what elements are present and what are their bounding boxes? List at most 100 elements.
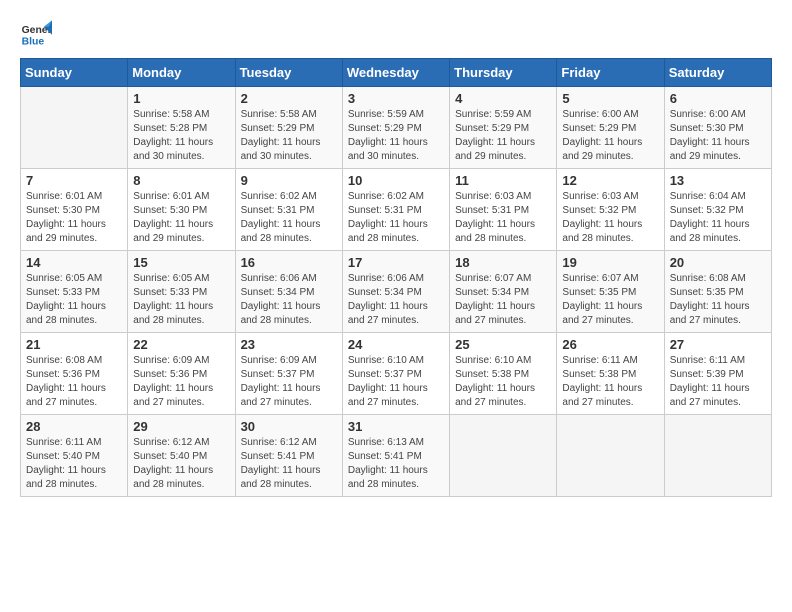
day-info: Sunrise: 6:08 AM Sunset: 5:36 PM Dayligh… bbox=[26, 354, 122, 410]
svg-text:Blue: Blue bbox=[22, 36, 45, 47]
calendar-cell: 30 Sunrise: 6:12 AM Sunset: 5:41 PM Dayli… bbox=[235, 415, 342, 497]
calendar-cell: 10 Sunrise: 6:02 AM Sunset: 5:31 PM Dayli… bbox=[342, 169, 449, 251]
calendar-table: SundayMondayTuesdayWednesdayThursdayFrid… bbox=[20, 58, 772, 497]
day-info: Sunrise: 5:58 AM Sunset: 5:29 PM Dayligh… bbox=[241, 108, 337, 164]
calendar-cell: 9 Sunrise: 6:02 AM Sunset: 5:31 PM Daylig… bbox=[235, 169, 342, 251]
day-info: Sunrise: 6:12 AM Sunset: 5:40 PM Dayligh… bbox=[133, 436, 229, 492]
calendar-cell: 16 Sunrise: 6:06 AM Sunset: 5:34 PM Dayli… bbox=[235, 251, 342, 333]
day-number: 23 bbox=[241, 337, 337, 352]
day-info: Sunrise: 6:09 AM Sunset: 5:36 PM Dayligh… bbox=[133, 354, 229, 410]
header-tuesday: Tuesday bbox=[235, 59, 342, 87]
calendar-cell: 21 Sunrise: 6:08 AM Sunset: 5:36 PM Dayli… bbox=[21, 333, 128, 415]
day-info: Sunrise: 6:11 AM Sunset: 5:39 PM Dayligh… bbox=[670, 354, 766, 410]
logo-icon: General Blue bbox=[20, 20, 52, 48]
calendar-cell: 5 Sunrise: 6:00 AM Sunset: 5:29 PM Daylig… bbox=[557, 87, 664, 169]
week-row-2: 7 Sunrise: 6:01 AM Sunset: 5:30 PM Daylig… bbox=[21, 169, 772, 251]
day-number: 20 bbox=[670, 255, 766, 270]
day-number: 31 bbox=[348, 419, 444, 434]
calendar-cell bbox=[21, 87, 128, 169]
day-info: Sunrise: 6:12 AM Sunset: 5:41 PM Dayligh… bbox=[241, 436, 337, 492]
calendar-cell: 22Sunrise: 6:09 AM Sunset: 5:36 PM Dayli… bbox=[128, 333, 235, 415]
day-info: Sunrise: 5:59 AM Sunset: 5:29 PM Dayligh… bbox=[455, 108, 551, 164]
day-number: 26 bbox=[562, 337, 658, 352]
header-thursday: Thursday bbox=[450, 59, 557, 87]
day-number: 18 bbox=[455, 255, 551, 270]
day-number: 7 bbox=[26, 173, 122, 188]
day-number: 3 bbox=[348, 91, 444, 106]
calendar-header-row: SundayMondayTuesdayWednesdayThursdayFrid… bbox=[21, 59, 772, 87]
calendar-cell: 14Sunrise: 6:05 AM Sunset: 5:33 PM Dayli… bbox=[21, 251, 128, 333]
calendar-cell: 29 Sunrise: 6:12 AM Sunset: 5:40 PM Dayli… bbox=[128, 415, 235, 497]
day-number: 11 bbox=[455, 173, 551, 188]
header-saturday: Saturday bbox=[664, 59, 771, 87]
calendar-cell: 28 Sunrise: 6:11 AM Sunset: 5:40 PM Dayli… bbox=[21, 415, 128, 497]
week-row-1: 1 Sunrise: 5:58 AM Sunset: 5:28 PM Daylig… bbox=[21, 87, 772, 169]
header-wednesday: Wednesday bbox=[342, 59, 449, 87]
week-row-5: 28 Sunrise: 6:11 AM Sunset: 5:40 PM Dayli… bbox=[21, 415, 772, 497]
day-info: Sunrise: 6:07 AM Sunset: 5:34 PM Dayligh… bbox=[455, 272, 551, 328]
day-info: Sunrise: 6:01 AM Sunset: 5:30 PM Dayligh… bbox=[26, 190, 122, 246]
day-info: Sunrise: 6:03 AM Sunset: 5:32 PM Dayligh… bbox=[562, 190, 658, 246]
day-number: 14 bbox=[26, 255, 122, 270]
page-header: General Blue bbox=[20, 20, 772, 48]
week-row-3: 14 Sunrise: 6:05 AM Sunset: 5:33 PM Dayli… bbox=[21, 251, 772, 333]
day-info: Sunrise: 6:06 AM Sunset: 5:34 PM Dayligh… bbox=[241, 272, 337, 328]
day-number: 5 bbox=[562, 91, 658, 106]
day-info: Sunrise: 6:11 AM Sunset: 5:40 PM Dayligh… bbox=[26, 436, 122, 492]
day-number: 28 bbox=[26, 419, 122, 434]
day-number: 1 bbox=[133, 91, 229, 106]
calendar-cell: 31 Sunrise: 6:13 AM Sunset: 5:41 PM Dayli… bbox=[342, 415, 449, 497]
day-info: Sunrise: 6:11 AM Sunset: 5:38 PM Dayligh… bbox=[562, 354, 658, 410]
day-number: 6 bbox=[670, 91, 766, 106]
day-info: Sunrise: 5:58 AM Sunset: 5:28 PM Dayligh… bbox=[133, 108, 229, 164]
day-number: 24 bbox=[348, 337, 444, 352]
calendar-cell: 24 Sunrise: 6:10 AM Sunset: 5:37 PM Dayli… bbox=[342, 333, 449, 415]
day-info: Sunrise: 6:06 AM Sunset: 5:34 PM Dayligh… bbox=[348, 272, 444, 328]
day-number: 10 bbox=[348, 173, 444, 188]
day-number: 15 bbox=[133, 255, 229, 270]
calendar-cell: 27 Sunrise: 6:11 AM Sunset: 5:39 PM Dayli… bbox=[664, 333, 771, 415]
day-number: 8 bbox=[133, 173, 229, 188]
calendar-cell: 20 Sunrise: 6:08 AM Sunset: 5:35 PM Dayli… bbox=[664, 251, 771, 333]
calendar-cell bbox=[557, 415, 664, 497]
calendar-cell: 4 Sunrise: 5:59 AM Sunset: 5:29 PM Daylig… bbox=[450, 87, 557, 169]
calendar-cell: 6 Sunrise: 6:00 AM Sunset: 5:30 PM Daylig… bbox=[664, 87, 771, 169]
calendar-cell bbox=[450, 415, 557, 497]
day-info: Sunrise: 6:00 AM Sunset: 5:30 PM Dayligh… bbox=[670, 108, 766, 164]
day-info: Sunrise: 6:07 AM Sunset: 5:35 PM Dayligh… bbox=[562, 272, 658, 328]
day-info: Sunrise: 6:02 AM Sunset: 5:31 PM Dayligh… bbox=[348, 190, 444, 246]
calendar-cell: 8 Sunrise: 6:01 AM Sunset: 5:30 PM Daylig… bbox=[128, 169, 235, 251]
day-number: 30 bbox=[241, 419, 337, 434]
day-info: Sunrise: 6:08 AM Sunset: 5:35 PM Dayligh… bbox=[670, 272, 766, 328]
calendar-cell: 13Sunrise: 6:04 AM Sunset: 5:32 PM Dayli… bbox=[664, 169, 771, 251]
day-info: Sunrise: 6:03 AM Sunset: 5:31 PM Dayligh… bbox=[455, 190, 551, 246]
day-info: Sunrise: 6:13 AM Sunset: 5:41 PM Dayligh… bbox=[348, 436, 444, 492]
day-number: 12 bbox=[562, 173, 658, 188]
day-number: 17 bbox=[348, 255, 444, 270]
calendar-cell: 17 Sunrise: 6:06 AM Sunset: 5:34 PM Dayli… bbox=[342, 251, 449, 333]
calendar-cell: 23Sunrise: 6:09 AM Sunset: 5:37 PM Dayli… bbox=[235, 333, 342, 415]
day-info: Sunrise: 6:00 AM Sunset: 5:29 PM Dayligh… bbox=[562, 108, 658, 164]
day-info: Sunrise: 6:02 AM Sunset: 5:31 PM Dayligh… bbox=[241, 190, 337, 246]
day-info: Sunrise: 5:59 AM Sunset: 5:29 PM Dayligh… bbox=[348, 108, 444, 164]
day-number: 25 bbox=[455, 337, 551, 352]
day-number: 9 bbox=[241, 173, 337, 188]
day-info: Sunrise: 6:05 AM Sunset: 5:33 PM Dayligh… bbox=[133, 272, 229, 328]
day-number: 13 bbox=[670, 173, 766, 188]
logo: General Blue bbox=[20, 20, 56, 48]
day-number: 27 bbox=[670, 337, 766, 352]
day-number: 16 bbox=[241, 255, 337, 270]
calendar-cell: 1 Sunrise: 5:58 AM Sunset: 5:28 PM Daylig… bbox=[128, 87, 235, 169]
calendar-cell: 15 Sunrise: 6:05 AM Sunset: 5:33 PM Dayli… bbox=[128, 251, 235, 333]
day-number: 29 bbox=[133, 419, 229, 434]
day-number: 2 bbox=[241, 91, 337, 106]
day-number: 4 bbox=[455, 91, 551, 106]
header-monday: Monday bbox=[128, 59, 235, 87]
calendar-cell bbox=[664, 415, 771, 497]
day-info: Sunrise: 6:10 AM Sunset: 5:37 PM Dayligh… bbox=[348, 354, 444, 410]
calendar-cell: 3 Sunrise: 5:59 AM Sunset: 5:29 PM Daylig… bbox=[342, 87, 449, 169]
day-info: Sunrise: 6:01 AM Sunset: 5:30 PM Dayligh… bbox=[133, 190, 229, 246]
day-number: 21 bbox=[26, 337, 122, 352]
calendar-cell: 2 Sunrise: 5:58 AM Sunset: 5:29 PM Daylig… bbox=[235, 87, 342, 169]
day-info: Sunrise: 6:10 AM Sunset: 5:38 PM Dayligh… bbox=[455, 354, 551, 410]
